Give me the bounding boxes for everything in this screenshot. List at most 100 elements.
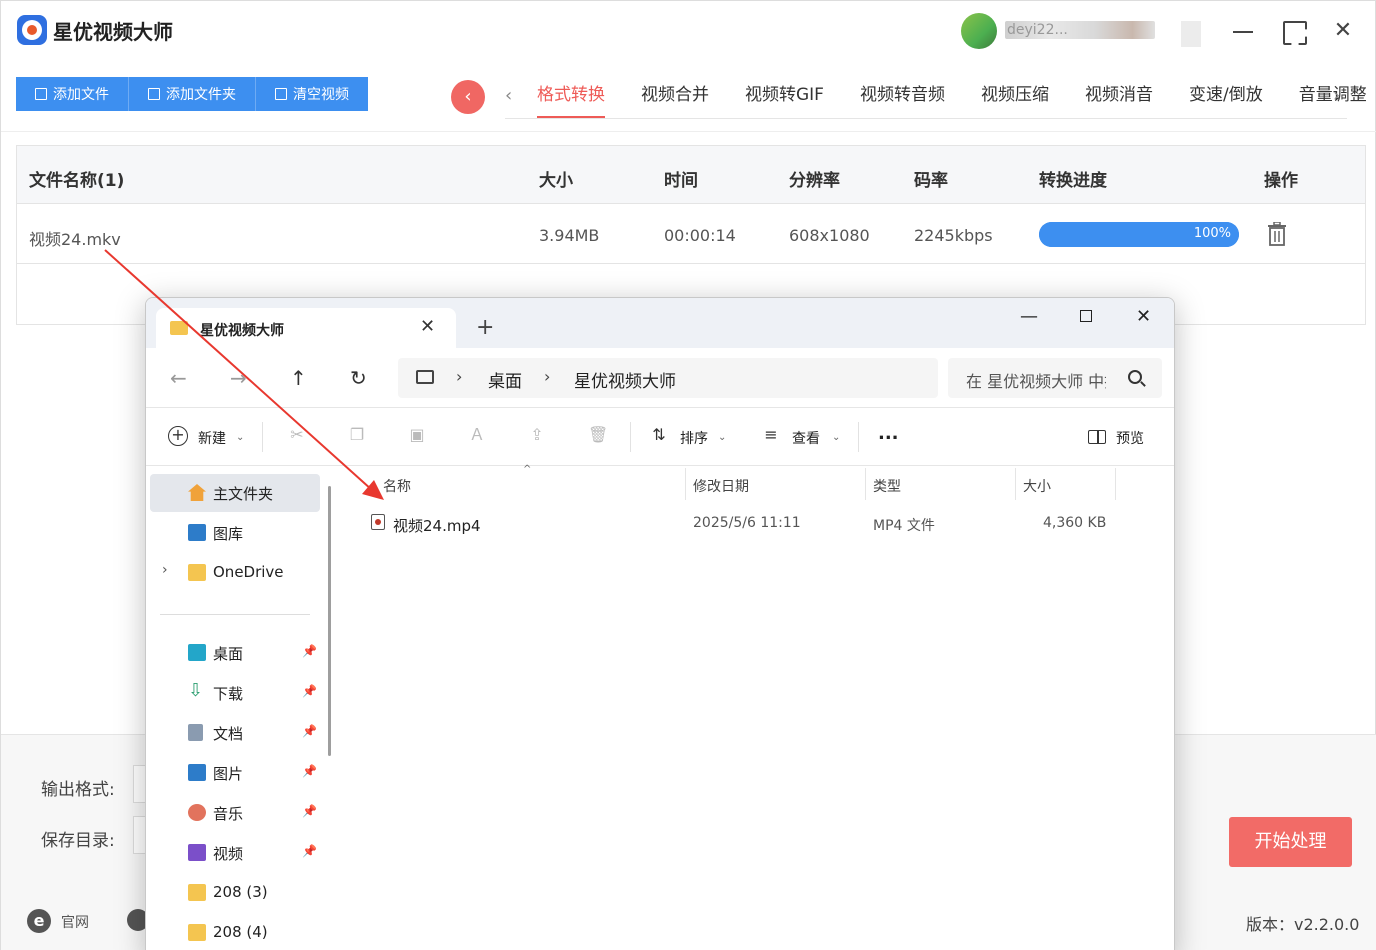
up-arrow-icon[interactable]: ↑	[290, 366, 307, 390]
new-tab-icon[interactable]: +	[476, 316, 494, 340]
preview-button[interactable]: 预览	[1116, 428, 1144, 448]
sidebar-item-downloads[interactable]: ⇩ 下载 📌	[146, 674, 321, 712]
explorer-tab[interactable]: 星优视频大师 ✕	[156, 308, 456, 348]
cut-icon[interactable]: ✂	[288, 426, 306, 444]
add-file-label: 添加文件	[53, 87, 109, 103]
col-header-type[interactable]: 类型	[873, 476, 901, 496]
sidebar-item-music[interactable]: 音乐 📌	[146, 794, 321, 832]
col-header-name[interactable]: 名称	[383, 476, 411, 496]
sidebar-item-gallery[interactable]: 图库	[146, 514, 321, 552]
tab-video-to-audio[interactable]: 视频转音频	[854, 83, 951, 119]
add-file-button[interactable]: 添加文件	[16, 77, 129, 111]
clear-videos-button[interactable]: 清空视频	[256, 77, 368, 111]
search-icon[interactable]	[1128, 370, 1142, 384]
view-icon: ≡	[764, 425, 778, 444]
add-folder-button[interactable]: 添加文件夹	[129, 77, 256, 111]
file-type: MP4 文件	[873, 518, 935, 534]
back-arrow-icon[interactable]: ←	[170, 366, 187, 390]
col-header-size[interactable]: 大小	[1023, 476, 1051, 496]
sidebar-item-label: 视频	[213, 845, 244, 863]
explorer-minimize-button[interactable]: —	[1020, 306, 1038, 327]
breadcrumb-folder[interactable]: 星优视频大师	[574, 367, 676, 392]
user-name[interactable]: deyi22...	[1005, 21, 1155, 39]
close-button[interactable]: ✕	[1329, 17, 1357, 45]
explorer-close-button[interactable]: ✕	[1136, 306, 1151, 327]
column-divider[interactable]	[1115, 468, 1116, 500]
breadcrumb-desktop[interactable]: 桌面	[488, 367, 522, 392]
sidebar-item-pictures[interactable]: 图片 📌	[146, 754, 321, 792]
sidebar-item-desktop[interactable]: 桌面 📌	[146, 634, 321, 672]
view-button[interactable]: 查看	[792, 428, 820, 448]
pin-icon[interactable]: 📌	[302, 844, 317, 858]
maximize-button[interactable]	[1279, 17, 1307, 45]
tab-scroll-right-icon[interactable]: ›	[1333, 85, 1340, 106]
tab-speed-reverse[interactable]: 变速/倒放	[1183, 83, 1269, 119]
sidebar-item-label: 图库	[213, 525, 244, 543]
download-icon: ⇩	[188, 680, 204, 701]
col-header-name: 文件名称(1)	[29, 171, 125, 191]
explorer-maximize-button[interactable]	[1080, 310, 1092, 322]
column-divider[interactable]	[685, 468, 686, 500]
start-process-button[interactable]: 开始处理	[1229, 817, 1352, 867]
delete-icon[interactable]	[1267, 222, 1287, 246]
refresh-icon[interactable]: ↻	[350, 366, 367, 390]
address-box[interactable]: › 桌面 › 星优视频大师	[398, 358, 938, 398]
share-icon[interactable]: ⇪	[528, 426, 546, 444]
column-divider[interactable]	[865, 468, 866, 500]
sidebar-item-label: 图片	[213, 765, 244, 783]
delete-icon[interactable]: 🗑	[588, 426, 608, 444]
official-site-icon[interactable]: e	[27, 909, 51, 933]
sort-button[interactable]: 排序	[680, 428, 708, 448]
sidebar-item-home[interactable]: 主文件夹	[150, 474, 320, 512]
close-tab-icon[interactable]: ✕	[420, 316, 435, 337]
sidebar-item-videos[interactable]: 视频 📌	[146, 834, 321, 872]
sidebar-item-folder-208-4[interactable]: 208 (4)	[146, 914, 321, 950]
pin-icon[interactable]: 📌	[302, 644, 317, 658]
row-file-time: 00:00:14	[664, 226, 736, 245]
col-header-resolution: 分辨率	[789, 171, 840, 191]
sidebar-item-documents[interactable]: 文档 📌	[146, 714, 321, 752]
tab-video-merge[interactable]: 视频合并	[635, 83, 715, 119]
tab-video-compress[interactable]: 视频压缩	[975, 83, 1055, 119]
sidebar-item-onedrive[interactable]: › OneDrive	[146, 554, 321, 592]
file-modified: 2025/5/6 11:11	[693, 515, 801, 531]
pin-icon[interactable]: 📌	[302, 724, 317, 738]
col-header-time: 时间	[664, 171, 698, 191]
search-box[interactable]: 在 星优视频大师 中搜索	[948, 358, 1162, 398]
pin-icon[interactable]: 📌	[302, 804, 317, 818]
conversion-progress-bar: 100%	[1039, 222, 1239, 247]
video-file-icon	[371, 514, 385, 530]
tab-video-mute[interactable]: 视频消音	[1079, 83, 1159, 119]
forward-arrow-icon[interactable]: →	[230, 366, 247, 390]
collapse-icon[interactable]: ‹	[451, 80, 485, 114]
pin-icon[interactable]: 📌	[302, 764, 317, 778]
row-file-name: 视频24.mkv	[29, 230, 121, 249]
copy-icon[interactable]: ❐	[348, 426, 366, 444]
sidebar-scrollbar[interactable]	[328, 486, 331, 756]
tab-video-to-gif[interactable]: 视频转GIF	[739, 83, 830, 119]
chevron-right-icon[interactable]: ›	[162, 562, 168, 578]
sidebar-item-folder-208-3[interactable]: 208 (3)	[146, 874, 321, 912]
user-avatar[interactable]	[961, 13, 997, 49]
divider	[858, 422, 859, 452]
rename-icon[interactable]: Ａ	[468, 426, 486, 444]
official-site-link[interactable]: 官网	[61, 912, 89, 932]
tab-scroll-left-icon[interactable]: ‹	[505, 85, 512, 106]
divider	[630, 422, 631, 452]
folder-icon	[188, 884, 206, 901]
file-toolbar: 添加文件 添加文件夹 清空视频	[16, 77, 368, 111]
chevron-down-icon: ⌄	[832, 432, 841, 443]
row-divider	[17, 263, 1365, 264]
pin-icon[interactable]: 📌	[302, 684, 317, 698]
file-name[interactable]: 视频24.mp4	[393, 515, 481, 536]
search-input[interactable]: 在 星优视频大师 中搜索	[966, 368, 1106, 392]
minimize-button[interactable]	[1229, 17, 1257, 45]
new-button[interactable]: 新建	[198, 428, 226, 448]
column-divider[interactable]	[1015, 468, 1016, 500]
more-options-button[interactable]: ...	[878, 423, 899, 444]
sidebar-item-label: 桌面	[213, 645, 244, 663]
tab-format-convert[interactable]: 格式转换	[531, 83, 611, 119]
paste-icon[interactable]: ▣	[408, 426, 426, 444]
toolbar-divider	[1, 131, 1376, 132]
col-header-modified[interactable]: 修改日期	[693, 476, 749, 496]
